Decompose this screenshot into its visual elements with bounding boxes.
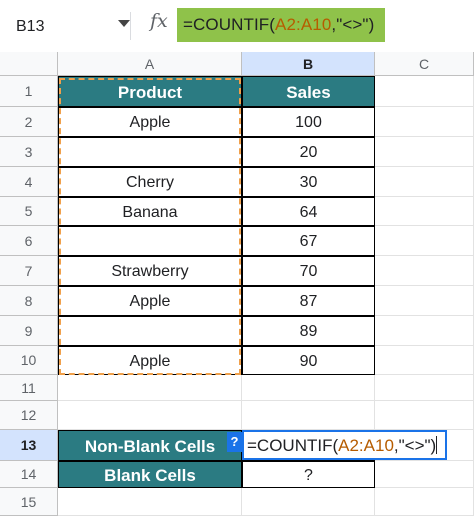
cell-a3[interactable] (58, 137, 242, 167)
editor-prefix: =COUNTIF( (247, 436, 339, 455)
row-header-5[interactable]: 5 (0, 197, 58, 226)
row-header-12[interactable]: 12 (0, 401, 58, 430)
cell-b2[interactable]: 100 (242, 107, 375, 137)
row-header-10[interactable]: 10 (0, 346, 58, 375)
cell-c14[interactable] (375, 461, 474, 488)
row-header-1[interactable]: 1 (0, 76, 58, 107)
cell-a12[interactable] (58, 401, 242, 430)
formula-range: A2:A10 (275, 15, 332, 34)
row-header-14[interactable]: 14 (0, 461, 58, 488)
cell-c5[interactable] (375, 197, 474, 226)
cell-a14[interactable]: Blank Cells (58, 461, 242, 488)
cell-b1[interactable]: Sales (242, 76, 375, 107)
cell-b3[interactable]: 20 (242, 137, 375, 167)
editor-range: A2:A10 (338, 436, 394, 455)
cell-a6[interactable] (58, 226, 242, 256)
cell-b11[interactable] (242, 375, 375, 401)
name-box-value: B13 (16, 18, 45, 35)
formula-suffix: ,"<>") (331, 15, 375, 34)
column-header-a[interactable]: A (58, 52, 242, 76)
cell-b9[interactable]: 89 (242, 316, 375, 346)
cell-a2[interactable]: Apple (58, 107, 242, 137)
cell-c9[interactable] (375, 316, 474, 346)
formula-bar-area: B13 fx =COUNTIF(A2:A10,"<>") (0, 0, 474, 52)
cell-c15[interactable] (375, 488, 474, 516)
editor-suffix: ,"<>") (393, 436, 437, 455)
select-all-corner[interactable] (0, 52, 58, 76)
cell-b14[interactable]: ? (242, 461, 375, 488)
formula-input[interactable]: =COUNTIF(A2:A10,"<>") (177, 8, 385, 42)
cell-a7[interactable]: Strawberry (58, 256, 242, 286)
cell-a15[interactable] (58, 488, 242, 516)
cell-c7[interactable] (375, 256, 474, 286)
cell-c11[interactable] (375, 375, 474, 401)
cell-a13[interactable]: Non-Blank Cells (58, 430, 242, 461)
cell-c3[interactable] (375, 137, 474, 167)
fx-icon: fx (150, 10, 168, 32)
active-cell-editor[interactable]: =COUNTIF(A2:A10,"<>") (242, 430, 447, 460)
cell-c4[interactable] (375, 167, 474, 197)
row-header-8[interactable]: 8 (0, 286, 58, 316)
row-header-7[interactable]: 7 (0, 256, 58, 286)
cell-a1[interactable]: Product (58, 76, 242, 107)
cell-c10[interactable] (375, 346, 474, 375)
cell-c6[interactable] (375, 226, 474, 256)
cell-b12[interactable] (242, 401, 375, 430)
cell-b6[interactable]: 67 (242, 226, 375, 256)
formula-help-button[interactable]: ? (227, 432, 242, 452)
cell-c12[interactable] (375, 401, 474, 430)
row-header-11[interactable]: 11 (0, 375, 58, 401)
cell-a10[interactable]: Apple (58, 346, 242, 375)
cell-a5[interactable]: Banana (58, 197, 242, 226)
row-header-13[interactable]: 13 (0, 430, 58, 461)
row-header-9[interactable]: 9 (0, 316, 58, 346)
cell-b15[interactable] (242, 488, 375, 516)
cell-a8[interactable]: Apple (58, 286, 242, 316)
column-header-b[interactable]: B (242, 52, 375, 76)
name-box-dropdown-icon[interactable] (118, 20, 130, 27)
name-box[interactable]: B13 (10, 12, 131, 40)
row-header-3[interactable]: 3 (0, 137, 58, 167)
cell-b8[interactable]: 87 (242, 286, 375, 316)
cell-b10[interactable]: 90 (242, 346, 375, 375)
cell-c8[interactable] (375, 286, 474, 316)
row-header-6[interactable]: 6 (0, 226, 58, 256)
cell-b7[interactable]: 70 (242, 256, 375, 286)
formula-text: =COUNTIF(A2:A10,"<>") (183, 15, 374, 35)
row-header-15[interactable]: 15 (0, 488, 58, 516)
formula-prefix: =COUNTIF( (183, 15, 276, 34)
row-header-2[interactable]: 2 (0, 107, 58, 137)
cell-b5[interactable]: 64 (242, 197, 375, 226)
cell-a9[interactable] (58, 316, 242, 346)
text-cursor (436, 436, 438, 454)
cell-c1[interactable] (375, 76, 474, 107)
active-cell-formula: =COUNTIF(A2:A10,"<>") (247, 436, 438, 456)
cell-a4[interactable]: Cherry (58, 167, 242, 197)
row-header-4[interactable]: 4 (0, 167, 58, 197)
cell-b4[interactable]: 30 (242, 167, 375, 197)
cell-c2[interactable] (375, 107, 474, 137)
cell-a11[interactable] (58, 375, 242, 401)
column-header-c[interactable]: C (375, 52, 474, 76)
